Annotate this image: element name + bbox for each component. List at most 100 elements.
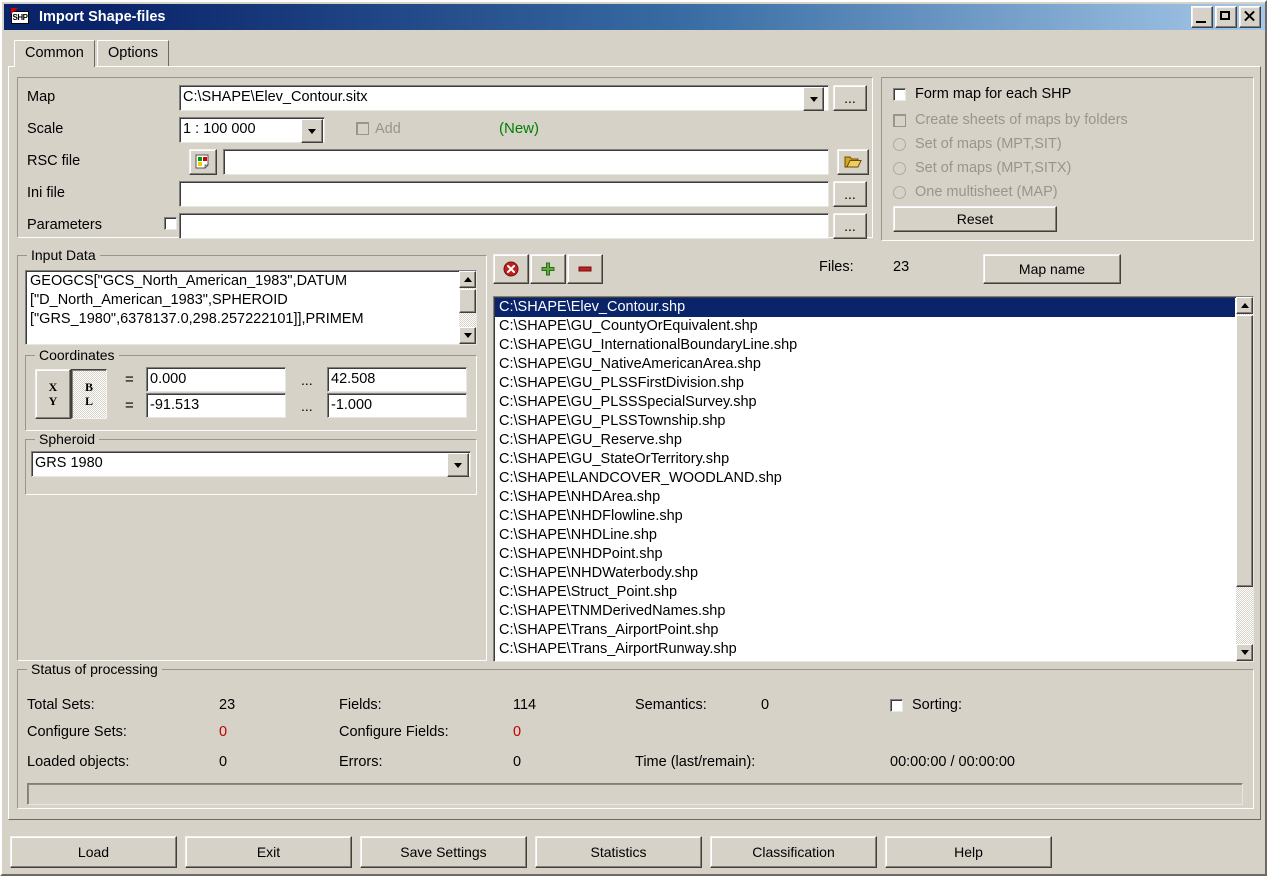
scroll-down-arrow-icon[interactable] [459,327,476,344]
tab-common[interactable]: Common [14,40,95,67]
semantics-label: Semantics: [635,697,707,713]
clear-all-files-button[interactable] [493,254,529,284]
shapefile-list-item[interactable]: C:\SHAPE\Elev_Contour.shp [495,298,1235,317]
files-count-value: 23 [893,259,910,275]
tab-panel-common: Map C:\SHAPE\Elev_Contour.sitx ... Scale… [8,66,1261,820]
coord-equals-row1: = [125,371,134,388]
shapefile-list-item[interactable]: C:\SHAPE\LANDCOVER_WOODLAND.shp [495,469,1235,488]
shapefile-list-item[interactable]: C:\SHAPE\NHDArea.shp [495,488,1235,507]
save-settings-button[interactable]: Save Settings [360,836,527,868]
errors-value: 0 [513,754,522,770]
create-sheets-by-folders-checkbox[interactable] [893,114,906,130]
scroll-thumb[interactable] [459,289,476,313]
shapefile-list-item[interactable]: C:\SHAPE\NHDWaterbody.shp [495,564,1235,583]
shapefile-list-item[interactable]: C:\SHAPE\Struct_Point.shp [495,583,1235,602]
coordinate-b-end-input[interactable]: 42.508 [327,367,467,392]
dialog-button-bar: Load Exit Save Settings Statistics Classific… [10,836,1261,870]
close-button[interactable] [1239,6,1261,28]
input-data-textarea[interactable]: GEOGCS["GCS_North_American_1983",DATUM [… [25,270,477,345]
coordinate-l-end-input[interactable]: -1.000 [327,393,467,418]
loaded-objects-label: Loaded objects: [27,754,130,770]
import-shape-files-dialog: SHP Import Shape-files Common Options Ma… [0,0,1267,876]
coordinate-mode-bl-button[interactable]: B L [71,369,107,419]
map-dropdown-arrow[interactable] [803,87,824,111]
coordinate-b-start-input[interactable]: 0.000 [146,367,286,392]
spheroid-dropdown-arrow[interactable] [447,453,469,477]
shapefile-list-item[interactable]: C:\SHAPE\GU_Reserve.shp [495,431,1235,450]
form-map-each-shp-label: Form map for each SHP [915,86,1072,102]
classification-button[interactable]: Classification [710,836,877,868]
radio-one-multisheet[interactable] [893,186,906,202]
spheroid-combobox[interactable]: GRS 1980 [31,451,471,477]
shapefile-list-item[interactable]: C:\SHAPE\GU_StateOrTerritory.shp [495,450,1235,469]
coordinate-mode-xy-line1: X [48,380,58,394]
time-label: Time (last/remain): [635,754,756,770]
shapefile-list[interactable]: C:\SHAPE\Elev_Contour.shp C:\SHAPE\GU_Cou… [493,296,1254,662]
rsc-file-input[interactable] [223,149,829,175]
rsc-folder-browse-button[interactable] [837,149,869,175]
parameters-browse-button[interactable]: ... [833,213,867,239]
remove-file-button[interactable] [567,254,603,284]
fields-label: Fields: [339,697,382,713]
radio-mpt-sitx[interactable] [893,162,906,178]
tab-options[interactable]: Options [97,40,169,66]
shapefile-list-item[interactable]: C:\SHAPE\GU_PLSSTownship.shp [495,412,1235,431]
parameters-input[interactable] [179,213,829,239]
configure-sets-label: Configure Sets: [27,724,127,740]
total-sets-value: 23 [219,697,236,713]
rsc-palette-icon [195,154,209,169]
shapefile-list-item[interactable]: C:\SHAPE\GU_NativeAmericanArea.shp [495,355,1235,374]
form-map-each-shp-checkbox[interactable] [893,88,906,104]
ini-file-input[interactable] [179,181,829,207]
shapefile-list-item[interactable]: C:\SHAPE\GU_PLSSFirstDivision.shp [495,374,1235,393]
help-button[interactable]: Help [885,836,1052,868]
add-file-button[interactable] [530,254,566,284]
ini-browse-button[interactable]: ... [833,181,867,207]
spheroid-title: Spheroid [35,431,100,447]
exit-button[interactable]: Exit [185,836,352,868]
load-button[interactable]: Load [10,836,177,868]
shapefile-list-item[interactable]: C:\SHAPE\TNMDerivedNames.shp [495,602,1235,621]
configure-fields-label: Configure Fields: [339,724,449,740]
shapefile-list-item[interactable]: C:\SHAPE\Trans_AirportPoint.shp [495,621,1235,640]
parameters-checkbox[interactable] [164,217,177,233]
shapefile-list-item[interactable]: C:\SHAPE\NHDFlowline.shp [495,507,1235,526]
total-sets-label: Total Sets: [27,697,95,713]
rsc-palette-icon-button[interactable] [189,149,217,175]
coord-dots-row2: ... [301,398,313,414]
coordinate-l-start-input[interactable]: -91.513 [146,393,286,418]
shapefile-list-item[interactable]: C:\SHAPE\NHDLine.shp [495,526,1235,545]
coordinate-mode-xy-line2: Y [48,394,58,408]
list-scroll-thumb[interactable] [1236,315,1253,587]
shapefile-list-item[interactable]: C:\SHAPE\GU_CountyOrEquivalent.shp [495,317,1235,336]
shapefile-list-item[interactable]: C:\SHAPE\NHDPoint.shp [495,545,1235,564]
maximize-button[interactable] [1215,6,1237,28]
configure-fields-value: 0 [513,724,522,740]
list-scroll-up-arrow-icon[interactable] [1236,297,1253,314]
statistics-button[interactable]: Statistics [535,836,702,868]
input-data-scrollbar[interactable] [459,271,476,344]
errors-label: Errors: [339,754,383,770]
minimize-button[interactable] [1191,6,1213,28]
folder-icon [844,156,862,168]
map-name-button[interactable]: Map name [983,254,1121,284]
shapefile-list-scrollbar[interactable] [1236,297,1253,661]
reset-button[interactable]: Reset [893,206,1057,232]
coordinate-mode-xy-button[interactable]: X Y [35,369,71,419]
map-input[interactable]: C:\SHAPE\Elev_Contour.sitx [179,85,829,111]
add-checkbox[interactable] [356,122,369,138]
shapefile-list-item[interactable]: C:\SHAPE\GU_InternationalBoundaryLine.sh… [495,336,1235,355]
fields-value: 114 [513,697,537,713]
shapefile-list-item[interactable]: C:\SHAPE\Trans_AirportRunway.shp [495,640,1235,659]
map-label: Map [27,89,56,105]
radio-mpt-sit[interactable] [893,138,906,154]
map-browse-button[interactable]: ... [833,85,867,111]
scale-dropdown-arrow[interactable] [301,119,323,143]
sorting-checkbox[interactable] [890,699,903,715]
list-scroll-down-arrow-icon[interactable] [1236,644,1253,661]
shapefile-list-item[interactable]: C:\SHAPE\GU_PLSSSpecialSurvey.shp [495,393,1235,412]
sorting-label: Sorting: [912,697,962,713]
input-data-title: Input Data [27,247,100,263]
scroll-up-arrow-icon[interactable] [459,271,476,288]
window-title: Import Shape-files [39,9,166,25]
